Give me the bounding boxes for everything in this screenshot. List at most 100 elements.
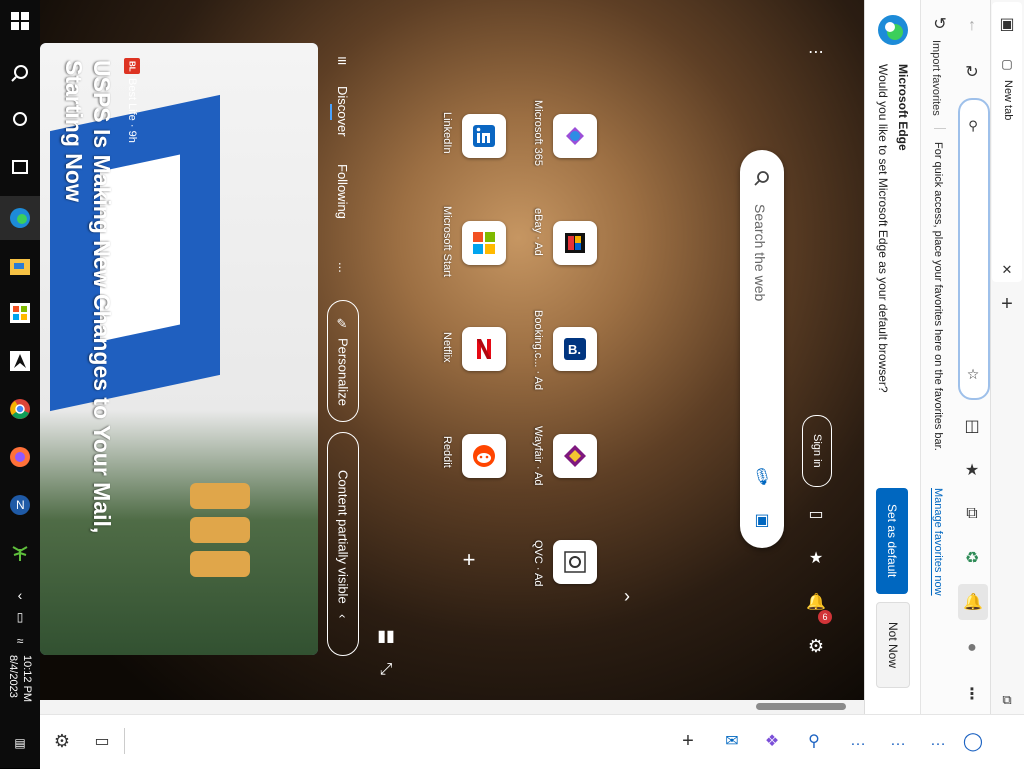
sidebar-search-icon[interactable]: ⚲: [802, 729, 826, 753]
search-icon[interactable]: [7, 60, 33, 86]
new-tab-icon[interactable]: +: [995, 292, 1019, 316]
sign-in-button[interactable]: Sign in: [802, 415, 832, 487]
address-search-icon: ⚲: [968, 118, 978, 133]
quick-link-booking[interactable]: B.: [553, 327, 597, 371]
news-source-logo: BL: [124, 58, 140, 74]
tab-following[interactable]: Following: [335, 164, 350, 219]
quick-link-reddit[interactable]: [462, 434, 506, 478]
feed-menu-icon[interactable]: ≡: [330, 50, 354, 74]
split-screen-icon[interactable]: ◫: [960, 414, 984, 438]
quick-link-label: Microsoft Start: [441, 206, 453, 277]
svg-text:B.: B.: [568, 342, 581, 357]
add-quick-link-icon[interactable]: +: [457, 547, 481, 572]
quick-link-label: Netflix: [441, 332, 453, 363]
visual-search-icon[interactable]: ▣: [750, 508, 774, 532]
collections-icon[interactable]: ⧉: [960, 502, 984, 526]
games-icon[interactable]: …: [886, 729, 910, 753]
chrome-icon[interactable]: [7, 396, 33, 422]
quick-link-microsoft-365[interactable]: [553, 114, 597, 158]
import-favorites-link[interactable]: Import favorites: [930, 40, 942, 116]
quick-links-next-icon[interactable]: ›: [615, 584, 639, 608]
extensions-icon[interactable]: ♻: [960, 546, 984, 570]
start-icon[interactable]: [7, 8, 33, 34]
add-sidebar-app-icon[interactable]: +: [676, 729, 700, 753]
active-tab[interactable]: [992, 2, 1022, 282]
drop-icon[interactable]: …: [926, 729, 950, 753]
apps-grid-icon[interactable]: ⋯: [804, 40, 828, 64]
wallet-icon[interactable]: ▭: [804, 502, 828, 526]
firefox-icon[interactable]: [7, 444, 33, 470]
address-bar[interactable]: ⚲ ☆: [958, 98, 990, 400]
refresh-icon[interactable]: ↻: [960, 60, 984, 84]
reddit-icon: [473, 445, 495, 467]
tab-discover[interactable]: Discover: [335, 86, 350, 137]
bottom-divider: [124, 728, 125, 754]
settings-gear-icon[interactable]: ⚙: [50, 729, 74, 753]
expand-icon[interactable]: ⤢: [374, 658, 398, 682]
quick-link-linkedin[interactable]: [462, 114, 506, 158]
settings-gear-icon[interactable]: ⚙: [804, 634, 828, 658]
microsoft-store-icon[interactable]: [7, 300, 33, 326]
quick-link-label: Booking.c... · Ad: [532, 310, 544, 391]
app-arrow-icon[interactable]: [7, 348, 33, 374]
tools-icon[interactable]: …: [846, 729, 870, 753]
profile-avatar-icon[interactable]: ●: [960, 636, 984, 660]
microphone-icon[interactable]: 🎙: [750, 465, 774, 489]
quick-link-wayfair[interactable]: [553, 434, 597, 478]
notifications-icon[interactable]: ▤: [7, 730, 33, 756]
wifi-icon[interactable]: ≈: [7, 628, 33, 654]
file-explorer-icon[interactable]: [7, 253, 33, 279]
layout-toggle-icon[interactable]: ▮▮: [374, 624, 398, 648]
copilot-icon[interactable]: ◯: [961, 729, 985, 753]
taskbar-clock[interactable]: 10:12 PM 8/4/2023: [6, 655, 34, 702]
scrollbar-thumb[interactable]: [756, 703, 846, 710]
quick-link-microsoft-start[interactable]: [462, 221, 506, 265]
back-icon[interactable]: ↑: [960, 14, 984, 38]
quick-link-qvc[interactable]: [553, 540, 597, 584]
news-title[interactable]: USPS Is Making New Changes to Your Mail,…: [60, 60, 116, 620]
rewards-icon[interactable]: ★: [804, 546, 828, 570]
app-palm-icon[interactable]: [7, 540, 33, 566]
tab-title: New tab: [1002, 80, 1014, 121]
outlook-icon[interactable]: ✉: [720, 729, 744, 753]
favorites-icon[interactable]: ★: [960, 458, 984, 482]
manage-favorites-link[interactable]: Manage favorites now: [932, 488, 944, 596]
restore-window-icon[interactable]: ⧉: [995, 688, 1019, 712]
close-tab-icon[interactable]: ✕: [995, 258, 1019, 282]
feed-more-button[interactable]: ...: [336, 262, 351, 273]
content-visibility-button[interactable]: Content partially visible ‹: [327, 432, 359, 656]
quick-link-netflix[interactable]: [462, 327, 506, 371]
linkedin-icon: [473, 125, 495, 147]
infobar-question: Would you like to set Microsoft Edge as …: [876, 64, 890, 393]
edge-icon[interactable]: [7, 205, 33, 231]
personalize-button[interactable]: ✎ Personalize: [327, 300, 359, 422]
not-now-button[interactable]: Not Now: [876, 602, 910, 688]
taskbar: N ‹ ▯ ≈ 10:12 PM 8/4/2023 ▤: [0, 0, 40, 768]
taskbar-time: 10:12 PM: [21, 655, 33, 703]
edge-logo-icon: [877, 14, 909, 46]
office-icon[interactable]: ❖: [760, 729, 784, 753]
cortana-icon[interactable]: [7, 106, 33, 132]
app-n-icon[interactable]: N: [7, 492, 33, 518]
horizontal-scrollbar[interactable]: [40, 700, 864, 714]
quick-link-ebay[interactable]: [553, 221, 597, 265]
import-favorites-icon[interactable]: ↺: [928, 12, 952, 36]
tab-actions-icon[interactable]: ▣: [995, 12, 1019, 36]
sidebar-toggle-icon[interactable]: ▭: [90, 729, 114, 753]
task-view-icon[interactable]: [7, 154, 33, 180]
more-options-icon[interactable]: ⋮: [960, 682, 984, 706]
booking-icon: B.: [564, 338, 586, 360]
microsoft-start-icon: [473, 232, 495, 254]
favorite-star-icon[interactable]: ☆: [961, 362, 985, 386]
quick-link-label: Microsoft 365: [532, 100, 544, 167]
web-search-box[interactable]: Search the web 🎙 ▣: [740, 150, 784, 548]
set-as-default-button[interactable]: Set as default: [876, 488, 908, 594]
tablet-icon[interactable]: ▯: [7, 604, 33, 630]
notifications-toolbar-icon[interactable]: 🔔: [961, 590, 985, 614]
infobar-title: Microsoft Edge: [896, 64, 910, 151]
quick-link-label: LinkedIn: [441, 112, 453, 154]
truck-lights-image: [190, 483, 250, 603]
personalize-icon: ✎: [335, 316, 351, 332]
notification-badge: 6: [818, 610, 832, 624]
search-input[interactable]: Search the web: [752, 204, 768, 301]
